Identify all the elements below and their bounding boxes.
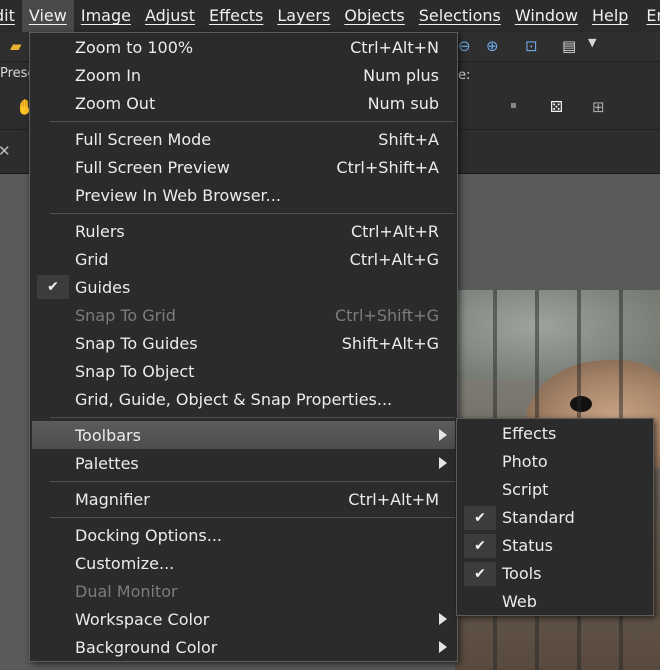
- menu-item-full-screen-preview[interactable]: Full Screen Preview Ctrl+Shift+A: [32, 153, 455, 181]
- menu-window[interactable]: Window: [508, 0, 585, 32]
- view-menu: Zoom to 100% Ctrl+Alt+N Zoom In Num plus…: [29, 32, 458, 662]
- toolbars-submenu: Effects Photo Script ✔ Standard ✔ Status…: [456, 418, 654, 616]
- menu-view[interactable]: View: [21, 0, 74, 32]
- submenu-arrow-icon: [439, 429, 447, 441]
- menu-selections[interactable]: Selections: [412, 0, 508, 32]
- submenu-arrow-icon: [439, 641, 447, 653]
- menu-item-toolbars[interactable]: Toolbars: [32, 421, 455, 449]
- menu-item-docking-options[interactable]: Docking Options...: [32, 521, 455, 549]
- menu-divider: [50, 517, 455, 518]
- submenu-item-tools[interactable]: ✔ Tools: [459, 560, 651, 588]
- menu-item-magnifier[interactable]: Magnifier Ctrl+Alt+M: [32, 485, 455, 513]
- zoom-out-icon[interactable]: ⊖: [458, 37, 471, 55]
- zoom-in-icon[interactable]: ⊕: [486, 37, 499, 55]
- submenu-item-web[interactable]: Web: [459, 588, 651, 616]
- menu-item-background-color[interactable]: Background Color: [32, 633, 455, 661]
- menu-item-customize[interactable]: Customize...: [32, 549, 455, 577]
- menu-item-grid[interactable]: Grid Ctrl+Alt+G: [32, 245, 455, 273]
- open-folder-icon[interactable]: ▰: [10, 37, 22, 55]
- menu-item-workspace-color[interactable]: Workspace Color: [32, 605, 455, 633]
- menu-item-full-screen-mode[interactable]: Full Screen Mode Shift+A: [32, 125, 455, 153]
- dice-icon[interactable]: ⚄: [550, 98, 563, 116]
- submenu-item-effects[interactable]: Effects: [459, 420, 651, 448]
- paste-icon[interactable]: ▤: [562, 37, 576, 55]
- checkmark-icon: ✔: [37, 275, 69, 299]
- chevron-down-icon[interactable]: ▼: [588, 36, 596, 49]
- menu-item-dual-monitor: Dual Monitor: [75, 581, 178, 601]
- menu-divider: [50, 417, 455, 418]
- menu-help[interactable]: Help: [585, 0, 635, 32]
- menu-objects[interactable]: Objects: [337, 0, 411, 32]
- submenu-item-status[interactable]: ✔ Status: [459, 532, 651, 560]
- checkmark-icon: ✔: [464, 562, 496, 586]
- menu-item-zoom-out[interactable]: Zoom Out Num sub: [32, 89, 455, 117]
- menu-item-rulers[interactable]: Rulers Ctrl+Alt+R: [32, 217, 455, 245]
- menu-item-snap-to-grid: Snap To Grid Ctrl+Shift+G: [75, 305, 439, 325]
- menu-item-snap-to-guides[interactable]: Snap To Guides Shift+Alt+G: [32, 329, 455, 357]
- submenu-item-photo[interactable]: Photo: [459, 448, 651, 476]
- grid-icon[interactable]: ⊞: [592, 98, 605, 116]
- menu-enhance[interactable]: Enh: [639, 0, 660, 32]
- zoom-fit-icon[interactable]: ⊡: [525, 37, 538, 55]
- menu-item-snap-to-object[interactable]: Snap To Object: [32, 357, 455, 385]
- menu-item-preview-web-browser[interactable]: Preview In Web Browser...: [32, 181, 455, 209]
- menu-image[interactable]: Image: [74, 0, 138, 32]
- menu-edit[interactable]: dit: [0, 0, 22, 32]
- menu-effects[interactable]: Effects: [202, 0, 270, 32]
- menu-item-snap-properties[interactable]: Grid, Guide, Object & Snap Properties...: [32, 385, 455, 413]
- submenu-arrow-icon: [439, 457, 447, 469]
- menu-item-zoom-in[interactable]: Zoom In Num plus: [32, 61, 455, 89]
- menu-divider: [50, 121, 455, 122]
- menu-layers[interactable]: Layers: [270, 0, 337, 32]
- checkmark-icon: ✔: [464, 506, 496, 530]
- submenu-arrow-icon: [439, 613, 447, 625]
- menu-item-zoom-100[interactable]: Zoom to 100% Ctrl+Alt+N: [32, 33, 455, 61]
- small-dot-icon[interactable]: ▪: [510, 100, 517, 111]
- option-label: e:: [458, 68, 471, 83]
- menu-item-palettes[interactable]: Palettes: [32, 449, 455, 477]
- menubar: dit View Image Adjust Effects Layers Obj…: [0, 0, 660, 32]
- menu-adjust[interactable]: Adjust: [138, 0, 202, 32]
- close-icon[interactable]: ✕: [0, 142, 11, 160]
- submenu-item-standard[interactable]: ✔ Standard: [459, 504, 651, 532]
- submenu-item-script[interactable]: Script: [459, 476, 651, 504]
- menu-divider: [50, 481, 455, 482]
- menu-divider: [50, 213, 455, 214]
- menu-item-guides[interactable]: ✔ Guides: [32, 273, 455, 301]
- checkmark-icon: ✔: [464, 534, 496, 558]
